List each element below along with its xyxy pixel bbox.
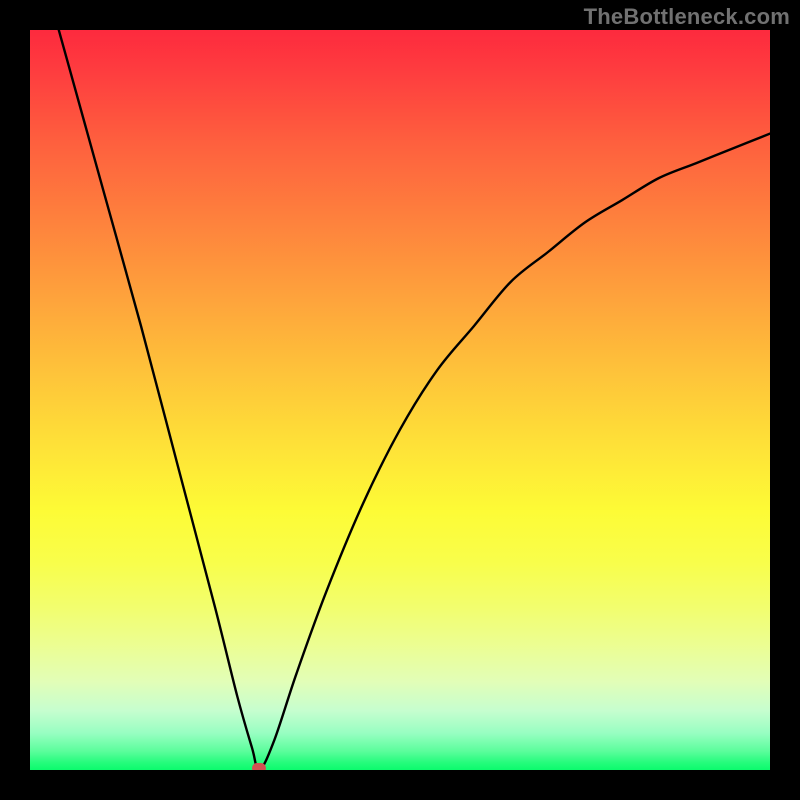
chart-page: TheBottleneck.com [0,0,800,800]
watermark-text: TheBottleneck.com [584,4,790,30]
optimum-marker [252,763,266,770]
bottleneck-curve [30,30,770,770]
plot-area [30,30,770,770]
